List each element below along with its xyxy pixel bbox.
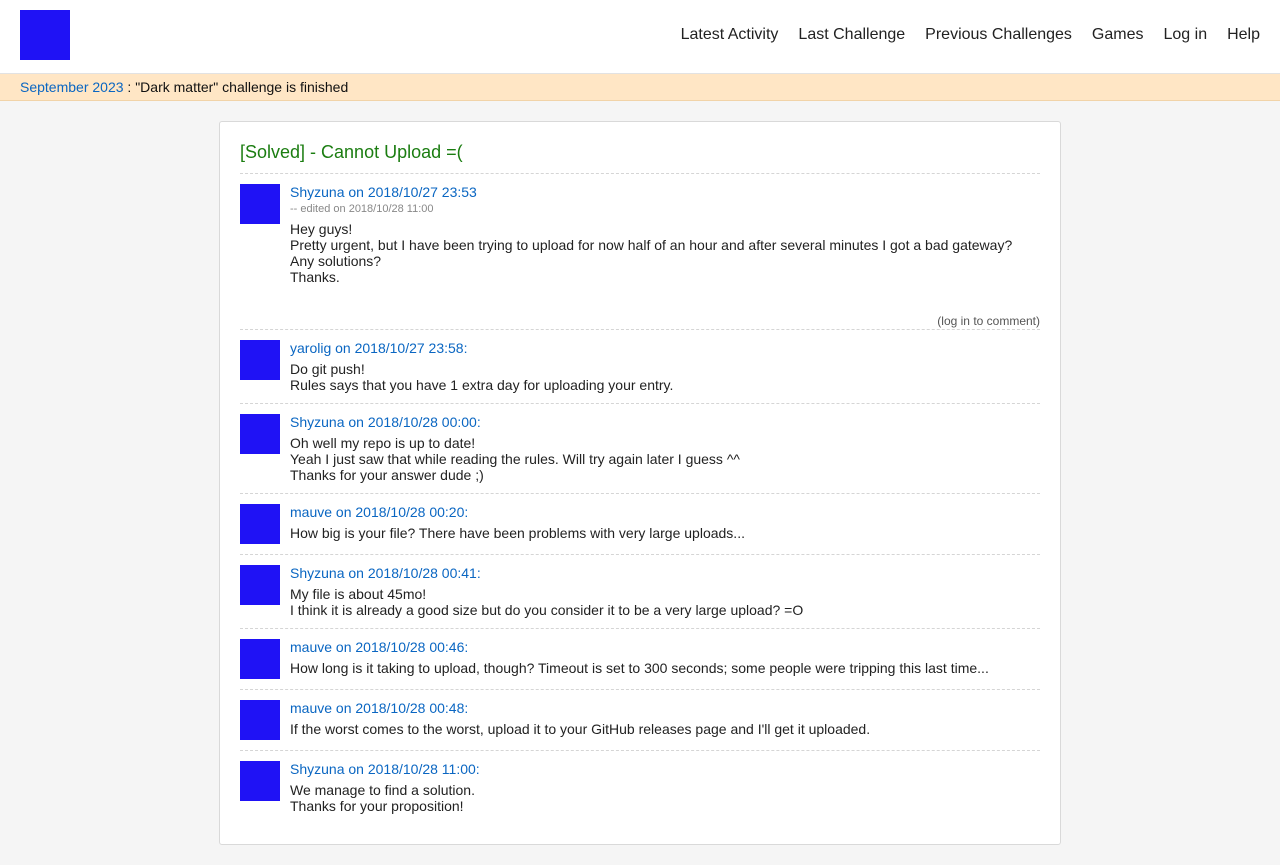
- avatar[interactable]: [240, 565, 280, 605]
- avatar[interactable]: [240, 414, 280, 454]
- post-text: We manage to find a solution. Thanks for…: [290, 782, 1040, 814]
- reply-post: Shyzuna on 2018/10/28 00:00: Oh well my …: [240, 404, 1040, 494]
- reply-post: Shyzuna on 2018/10/28 11:00: We manage t…: [240, 751, 1040, 824]
- post-line: How long is it taking to upload, though?…: [290, 660, 989, 676]
- post-body: Shyzuna on 2018/10/28 00:41: My file is …: [290, 565, 1040, 618]
- avatar[interactable]: [240, 340, 280, 380]
- original-post: Shyzuna on 2018/10/27 23:53 -- edited on…: [240, 174, 1040, 330]
- avatar[interactable]: [240, 504, 280, 544]
- nav-last-challenge[interactable]: Last Challenge: [798, 26, 905, 44]
- post-line: I think it is already a good size but do…: [290, 602, 804, 618]
- post-line: Thanks.: [290, 269, 340, 285]
- post-author-link[interactable]: mauve on 2018/10/28 00:48:: [290, 700, 468, 716]
- post-text: How big is your file? There have been pr…: [290, 525, 1040, 541]
- thread-card: [Solved] - Cannot Upload =( Shyzuna on 2…: [219, 121, 1061, 845]
- post-line: Thanks for your proposition!: [290, 798, 464, 814]
- post-author-link[interactable]: yarolig on 2018/10/27 23:58:: [290, 340, 467, 356]
- post-body: mauve on 2018/10/28 00:48: If the worst …: [290, 700, 1040, 740]
- post-line: Hey guys!: [290, 221, 353, 237]
- nav-latest-activity[interactable]: Latest Activity: [681, 26, 779, 44]
- post-line: Do git push!: [290, 361, 365, 377]
- post-text: If the worst comes to the worst, upload …: [290, 721, 1040, 737]
- post-line: Oh well my repo is up to date!: [290, 435, 476, 451]
- nav-log-in[interactable]: Log in: [1164, 26, 1208, 44]
- reply-post: mauve on 2018/10/28 00:20: How big is yo…: [240, 494, 1040, 555]
- banner-text: : "Dark matter" challenge is finished: [123, 79, 349, 95]
- avatar[interactable]: [240, 761, 280, 801]
- post-author-link[interactable]: Shyzuna on 2018/10/27 23:53: [290, 184, 477, 200]
- post-text: My file is about 45mo! I think it is alr…: [290, 586, 1040, 618]
- main-nav: Latest Activity Last Challenge Previous …: [681, 26, 1260, 44]
- post-line: If the worst comes to the worst, upload …: [290, 721, 871, 737]
- nav-games[interactable]: Games: [1092, 26, 1144, 44]
- top-bar: Latest Activity Last Challenge Previous …: [0, 0, 1280, 74]
- reply-post: yarolig on 2018/10/27 23:58: Do git push…: [240, 330, 1040, 404]
- reply-post: Shyzuna on 2018/10/28 00:41: My file is …: [240, 555, 1040, 629]
- post-author-link[interactable]: mauve on 2018/10/28 00:20:: [290, 504, 468, 520]
- post-text: How long is it taking to upload, though?…: [290, 660, 1040, 676]
- avatar[interactable]: [240, 700, 280, 740]
- post-author-link[interactable]: Shyzuna on 2018/10/28 00:41:: [290, 565, 481, 581]
- login-to-comment-link[interactable]: (log in to comment): [937, 314, 1040, 328]
- post-line: My file is about 45mo!: [290, 586, 427, 602]
- site-logo[interactable]: [20, 10, 70, 60]
- announcement-banner: September 2023 : "Dark matter" challenge…: [0, 74, 1280, 101]
- post-author-link[interactable]: mauve on 2018/10/28 00:46:: [290, 639, 468, 655]
- avatar[interactable]: [240, 639, 280, 679]
- post-line: Yeah I just saw that while reading the r…: [290, 451, 740, 467]
- post-body: Shyzuna on 2018/10/27 23:53 -- edited on…: [290, 184, 1040, 329]
- thread-title: [Solved] - Cannot Upload =(: [240, 142, 1040, 174]
- nav-previous-challenges[interactable]: Previous Challenges: [925, 26, 1072, 44]
- reply-post: mauve on 2018/10/28 00:48: If the worst …: [240, 690, 1040, 751]
- post-author-link[interactable]: Shyzuna on 2018/10/28 00:00:: [290, 414, 481, 430]
- banner-link[interactable]: September 2023: [20, 79, 124, 95]
- post-text: Oh well my repo is up to date! Yeah I ju…: [290, 435, 1040, 483]
- post-line: Thanks for your answer dude ;): [290, 467, 484, 483]
- post-line: We manage to find a solution.: [290, 782, 475, 798]
- post-line: Pretty urgent, but I have been trying to…: [290, 237, 1013, 253]
- post-author-link[interactable]: Shyzuna on 2018/10/28 11:00:: [290, 761, 480, 777]
- reply-post: mauve on 2018/10/28 00:46: How long is i…: [240, 629, 1040, 690]
- post-body: Shyzuna on 2018/10/28 11:00: We manage t…: [290, 761, 1040, 814]
- post-line: Rules says that you have 1 extra day for…: [290, 377, 674, 393]
- avatar[interactable]: [240, 184, 280, 224]
- post-body: Shyzuna on 2018/10/28 00:00: Oh well my …: [290, 414, 1040, 483]
- post-text: Do git push! Rules says that you have 1 …: [290, 361, 1040, 393]
- post-body: yarolig on 2018/10/27 23:58: Do git push…: [290, 340, 1040, 393]
- post-body: mauve on 2018/10/28 00:46: How long is i…: [290, 639, 1040, 679]
- post-line: How big is your file? There have been pr…: [290, 525, 745, 541]
- post-line: Any solutions?: [290, 253, 382, 269]
- edited-note: -- edited on 2018/10/28 11:00: [290, 203, 434, 215]
- nav-help[interactable]: Help: [1227, 26, 1260, 44]
- post-text: Hey guys! Pretty urgent, but I have been…: [290, 221, 1040, 285]
- post-body: mauve on 2018/10/28 00:20: How big is yo…: [290, 504, 1040, 544]
